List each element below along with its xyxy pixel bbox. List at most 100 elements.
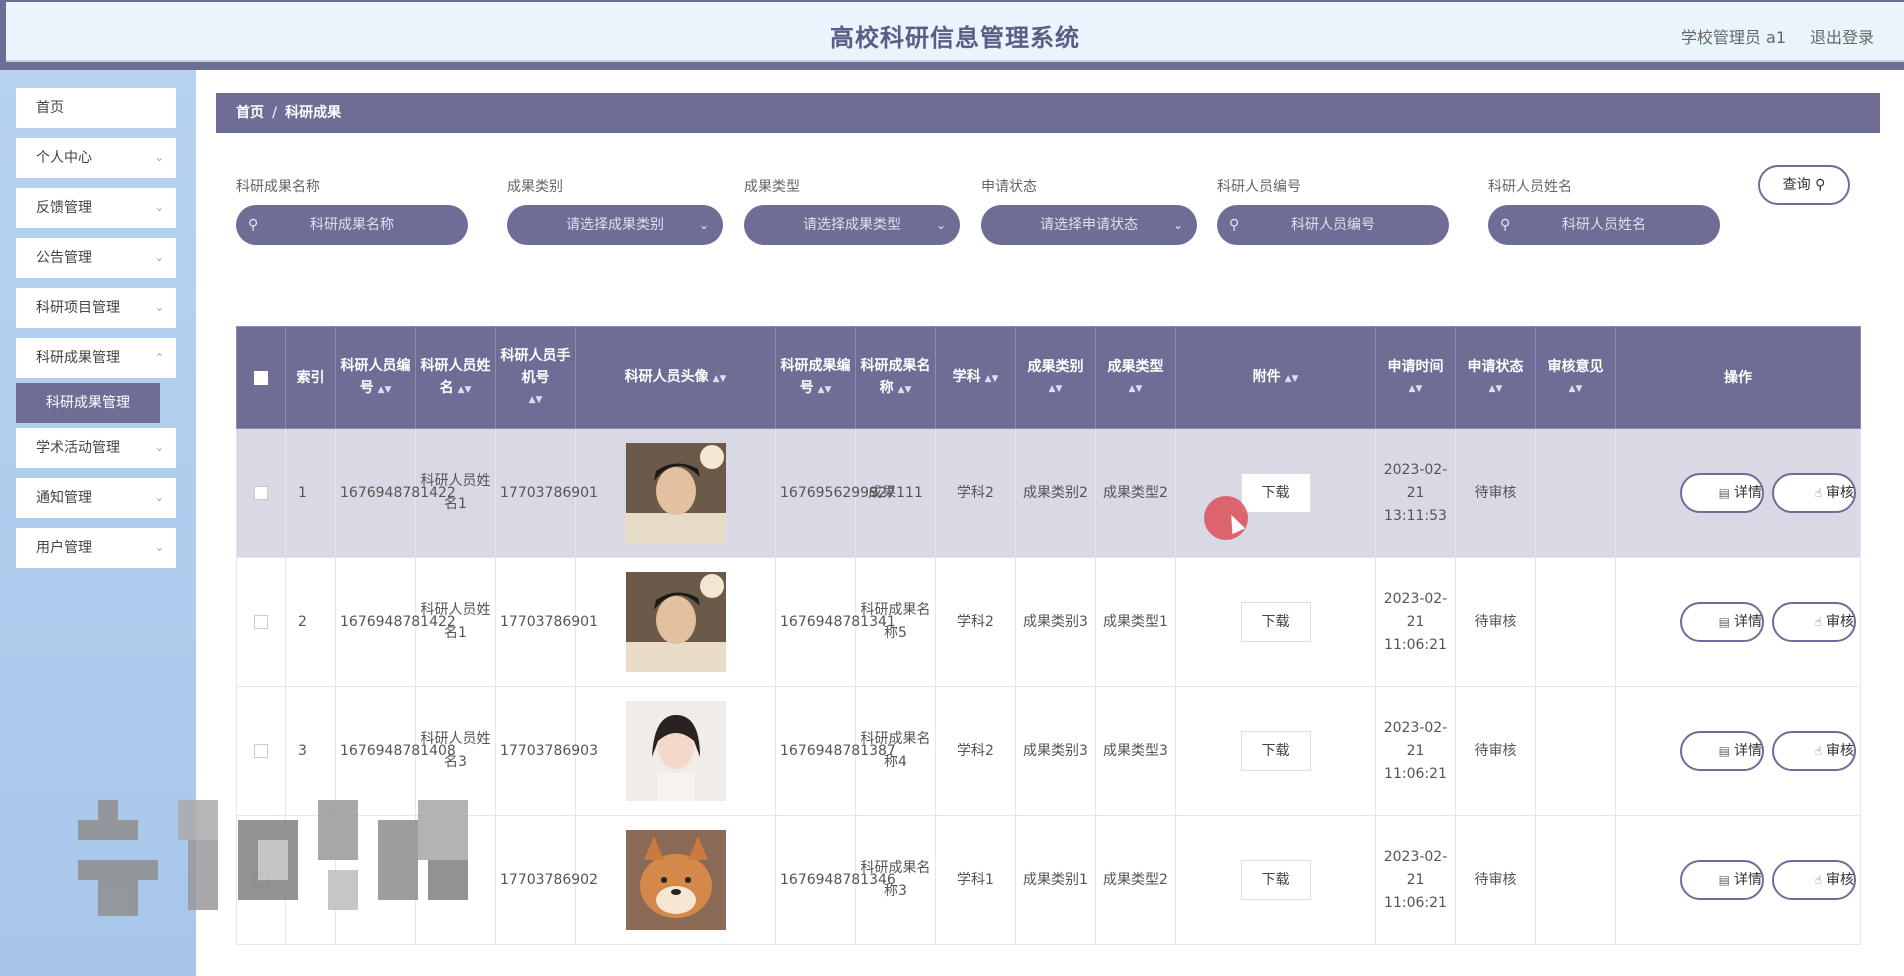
cell-avatar (575, 815, 776, 945)
sort-icon[interactable]: ▲▼ (1460, 378, 1531, 400)
cell-staff-no: 1676948781422 (335, 428, 456, 558)
chevron-up-icon: ⌃ (154, 351, 164, 364)
cell-review (1535, 557, 1616, 687)
cell-staff-no: 1676948781408 (335, 686, 456, 816)
sidebar-item-feedback[interactable]: 反馈管理 ⌄ (16, 188, 176, 228)
search-input-result-name[interactable]: ⚲ 科研成果名称 (236, 205, 468, 245)
chevron-down-icon: ⌄ (154, 201, 164, 214)
document-icon: ▤ (1718, 873, 1730, 887)
cell-apply-time: 2023-02-21 11:06:21 (1375, 815, 1456, 945)
detail-button[interactable]: ▤ 详情 (1680, 602, 1764, 642)
cell-phone: 17703786903 (495, 686, 598, 816)
download-button[interactable]: 下载 (1240, 860, 1311, 900)
sort-icon[interactable]: ▲▼ (1020, 378, 1091, 400)
audit-button[interactable]: ☝ 审核 (1772, 860, 1856, 900)
detail-button[interactable]: ▤ 详情 (1680, 731, 1764, 771)
cell-apply-time: 2023-02-21 11:06:21 (1375, 557, 1456, 687)
sidebar-item-results[interactable]: 科研成果管理 ⌃ (16, 338, 176, 378)
detail-button[interactable]: ▤ 详情 (1680, 473, 1764, 513)
sidebar-item-users[interactable]: 用户管理 ⌄ (16, 528, 176, 568)
avatar (625, 443, 726, 543)
col-result-no[interactable]: 科研成果编号 ▲▼ (775, 326, 856, 429)
row-checkbox[interactable] (236, 428, 286, 558)
sidebar-item-home[interactable]: 首页 (16, 88, 176, 128)
col-staff-name[interactable]: 科研人员姓名 ▲▼ (415, 326, 496, 429)
row-checkbox[interactable] (236, 557, 286, 687)
label-staff-name: 科研人员姓名 (1488, 179, 1572, 195)
cell-status: 待审核 (1455, 686, 1536, 816)
sort-icon[interactable]: ▲▼ (1540, 378, 1611, 400)
cell-index: 3 (285, 686, 336, 816)
detail-button[interactable]: ▤ 详情 (1680, 860, 1764, 900)
current-user: 学校管理员 a1 (1680, 28, 1786, 47)
cell-subject: 学科1 (935, 815, 1016, 945)
search-input-staff-name[interactable]: ⚲ 科研人员姓名 (1488, 205, 1720, 245)
cell-category: 成果类别3 (1015, 686, 1096, 816)
chevron-down-icon: ⌄ (154, 151, 164, 164)
select-status[interactable]: 请选择申请状态 ⌄ (981, 205, 1197, 245)
audit-button[interactable]: ☝ 审核 (1772, 473, 1856, 513)
pixelated-overlay (78, 800, 468, 916)
sort-icon[interactable]: ▲▼ (500, 389, 571, 411)
download-button[interactable]: 下载 (1240, 602, 1311, 642)
sidebar-subitem-results-manage[interactable]: 科研成果管理 (16, 383, 160, 423)
col-type[interactable]: 成果类型 ▲▼ (1095, 326, 1176, 429)
search-input-staff-no[interactable]: ⚲ 科研人员编号 (1217, 205, 1449, 245)
sort-icon[interactable]: ▲▼ (1285, 374, 1299, 384)
sidebar-item-projects[interactable]: 科研项目管理 ⌄ (16, 288, 176, 328)
download-button[interactable]: 下载 (1240, 473, 1311, 513)
col-index: 索引 (285, 326, 336, 429)
cell-index: 1 (285, 428, 336, 558)
row-checkbox[interactable] (236, 686, 286, 816)
sort-icon[interactable]: ▲▼ (378, 385, 392, 395)
col-subject[interactable]: 学科 ▲▼ (935, 326, 1016, 429)
top-bar: 高校科研信息管理系统 学校管理员 a1 退出登录 (0, 0, 1904, 70)
sort-icon[interactable]: ▲▼ (1380, 378, 1451, 400)
cell-staff-no: 1676948781422 (335, 557, 456, 687)
sort-icon[interactable]: ▲▼ (898, 385, 912, 395)
cell-review (1535, 815, 1616, 945)
sidebar-item-announcements[interactable]: 公告管理 ⌄ (16, 238, 176, 278)
col-result-name[interactable]: 科研成果名称 ▲▼ (855, 326, 936, 429)
sort-icon[interactable]: ▲▼ (458, 385, 472, 395)
cell-ops: ▤ 详情 ☝ 审核 (1615, 428, 1861, 558)
select-type[interactable]: 请选择成果类型 ⌄ (744, 205, 960, 245)
col-staff-no[interactable]: 科研人员编号 ▲▼ (335, 326, 416, 429)
chevron-down-icon: ⌄ (935, 218, 946, 232)
sort-icon[interactable]: ▲▼ (985, 374, 999, 384)
select-category[interactable]: 请选择成果类别 ⌄ (507, 205, 723, 245)
breadcrumb-home[interactable]: 首页 (236, 105, 264, 121)
cell-attachment: 下载 (1175, 686, 1376, 816)
logout-link[interactable]: 退出登录 (1810, 24, 1874, 48)
sidebar-item-profile[interactable]: 个人中心 ⌄ (16, 138, 176, 178)
select-all-checkbox[interactable] (236, 326, 286, 429)
cell-category: 成果类别1 (1015, 815, 1096, 945)
sort-icon[interactable]: ▲▼ (818, 385, 832, 395)
cell-category: 成果类别3 (1015, 557, 1096, 687)
sort-icon[interactable]: ▲▼ (713, 374, 727, 384)
sidebar-item-activities[interactable]: 学术活动管理 ⌄ (16, 428, 176, 468)
search-icon: ⚲ (248, 217, 259, 233)
col-review[interactable]: 审核意见 ▲▼ (1535, 326, 1616, 429)
search-icon: ⚲ (1500, 217, 1511, 233)
col-apply-time[interactable]: 申请时间 ▲▼ (1375, 326, 1456, 429)
sort-icon[interactable]: ▲▼ (1100, 378, 1171, 400)
audit-button[interactable]: ☝ 审核 (1772, 602, 1856, 642)
chevron-down-icon: ⌄ (698, 218, 709, 232)
cell-type: 成果类型2 (1095, 428, 1176, 558)
cell-type: 成果类型2 (1095, 815, 1176, 945)
avatar (625, 830, 726, 930)
query-button[interactable]: 查询 ⚲ (1758, 165, 1850, 205)
download-button[interactable]: 下载 (1240, 731, 1311, 771)
col-avatar[interactable]: 科研人员头像 ▲▼ (575, 326, 776, 429)
cell-result-no: 1676948781346 (775, 815, 896, 945)
col-attachment[interactable]: 附件 ▲▼ (1175, 326, 1376, 429)
col-status[interactable]: 申请状态 ▲▼ (1455, 326, 1536, 429)
col-phone[interactable]: 科研人员手机号 ▲▼ (495, 326, 576, 429)
col-category[interactable]: 成果类别 ▲▼ (1015, 326, 1096, 429)
table-row: 2 1676948781422 科研人员姓名1 17703786901 16769487… (236, 557, 1861, 687)
chevron-down-icon: ⌄ (154, 491, 164, 504)
breadcrumb: 首页 / 科研成果 (216, 93, 1880, 133)
sidebar-item-notices[interactable]: 通知管理 ⌄ (16, 478, 176, 518)
audit-button[interactable]: ☝ 审核 (1772, 731, 1856, 771)
